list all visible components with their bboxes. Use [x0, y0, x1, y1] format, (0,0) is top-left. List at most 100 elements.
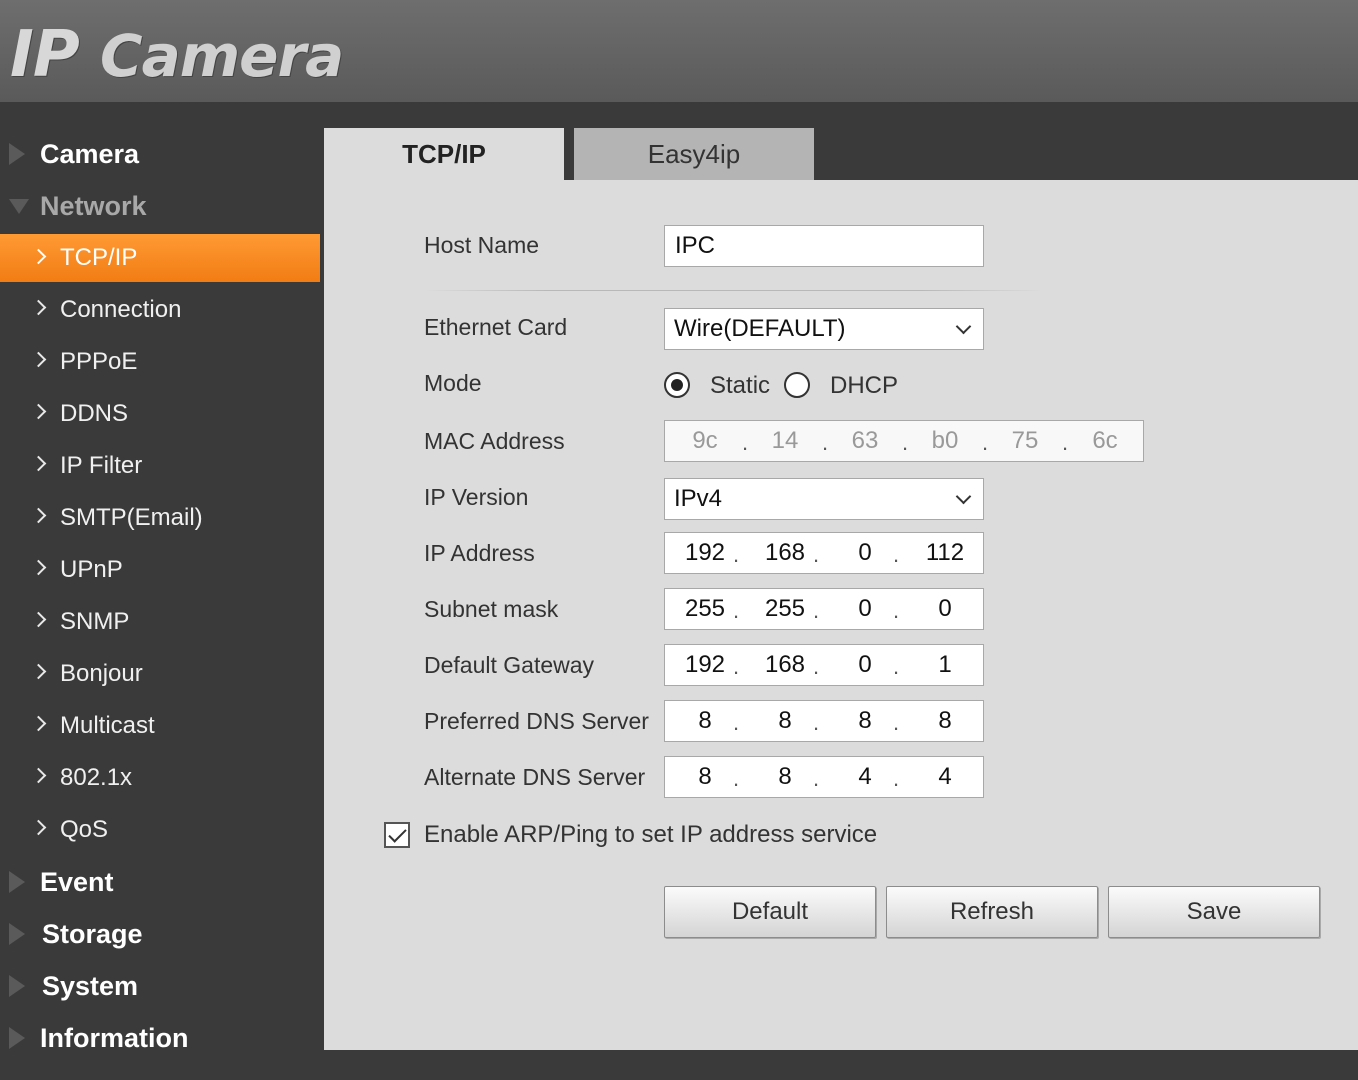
mode-dhcp-radio[interactable]	[784, 372, 810, 398]
sidebar-item-label: PPPoE	[60, 348, 138, 375]
sidebar-section-label: Event	[40, 866, 114, 897]
chevron-right-icon	[30, 663, 47, 680]
ip-octet-input[interactable]: 112	[915, 533, 975, 573]
sidebar-item-ip-filter[interactable]: IP Filter	[0, 440, 320, 492]
chevron-right-icon	[30, 403, 47, 420]
chevron-down-icon	[955, 488, 972, 505]
ip-octet-input[interactable]: 8	[675, 757, 735, 797]
sidebar-section-information[interactable]: Information	[0, 1012, 320, 1064]
sidebar-section-event[interactable]: Event	[0, 856, 320, 908]
sidebar-section-camera[interactable]: Camera	[0, 128, 320, 180]
mode-static-label: Static	[710, 372, 771, 399]
default-gateway-input[interactable]: 192 . 168 . 0 . 1	[664, 644, 984, 686]
ethernet-card-select[interactable]: Wire(DEFAULT)	[664, 308, 984, 350]
sidebar-section-network[interactable]: Network	[0, 180, 320, 232]
sidebar-item-8021x[interactable]: 802.1x	[0, 752, 320, 804]
ip-octet-input[interactable]: 168	[755, 645, 815, 685]
chevron-right-icon	[30, 819, 47, 836]
octet-separator: .	[812, 766, 820, 791]
octet-separator: .	[732, 710, 740, 735]
mode-static-radio[interactable]	[664, 372, 690, 398]
sidebar-section-label: Camera	[40, 138, 140, 169]
sidebar-item-connection[interactable]: Connection	[0, 284, 320, 336]
sidebar-item-qos[interactable]: QoS	[0, 804, 320, 856]
sidebar-section-label: Storage	[42, 918, 143, 949]
ip-octet-input[interactable]: 0	[835, 589, 895, 629]
ip-octet-input[interactable]: 8	[915, 701, 975, 741]
sidebar-item-label: DDNS	[60, 400, 129, 427]
expand-triangle-icon	[9, 975, 25, 997]
mac-octet: 75	[1011, 427, 1039, 454]
ethernet-card-label: Ethernet Card	[424, 314, 568, 340]
sidebar-item-label: 802.1x	[60, 764, 133, 791]
arp-ping-checkbox[interactable]	[384, 822, 410, 848]
default-button[interactable]: Default	[664, 886, 876, 938]
sidebar-item-label: QoS	[60, 816, 109, 843]
preferred-dns-input[interactable]: 8 . 8 . 8 . 8	[664, 700, 984, 742]
ip-octet-input[interactable]: 0	[915, 589, 975, 629]
mac-octet: 6c	[1092, 427, 1118, 454]
ip-octet-input[interactable]: 255	[675, 589, 735, 629]
ip-address-input[interactable]: 192 . 168 . 0 . 112	[664, 532, 984, 574]
mode-dhcp-label: DHCP	[830, 372, 899, 399]
sidebar-item-label: SNMP	[60, 608, 130, 635]
sidebar: Camera Network TCP/IP Connection PPPoE D…	[0, 128, 320, 1064]
octet-separator: .	[812, 542, 820, 567]
ip-octet-input[interactable]: 8	[755, 701, 815, 741]
octet-separator: .	[981, 430, 989, 455]
ip-octet-input[interactable]: 8	[835, 701, 895, 741]
sidebar-item-label: Bonjour	[60, 660, 143, 687]
sidebar-item-label: IP Filter	[60, 452, 143, 479]
app-logo: IP Camera	[10, 18, 344, 92]
collapse-triangle-icon	[9, 199, 29, 214]
octet-separator: .	[892, 542, 900, 567]
sidebar-item-upnp[interactable]: UPnP	[0, 544, 320, 596]
ip-octet-input[interactable]: 1	[915, 645, 975, 685]
chevron-right-icon	[30, 767, 47, 784]
ip-octet-input[interactable]: 168	[755, 533, 815, 573]
sidebar-item-multicast[interactable]: Multicast	[0, 700, 320, 752]
sidebar-item-smtp[interactable]: SMTP(Email)	[0, 492, 320, 544]
ip-octet-input[interactable]: 4	[835, 757, 895, 797]
divider	[424, 290, 1044, 291]
tab-tcpip[interactable]: TCP/IP	[324, 128, 564, 180]
chevron-right-icon	[30, 611, 47, 628]
sidebar-item-label: Connection	[60, 296, 182, 323]
ip-octet-input[interactable]: 0	[835, 645, 895, 685]
ip-octet-input[interactable]: 8	[755, 757, 815, 797]
expand-triangle-icon	[9, 1027, 25, 1049]
alternate-dns-label: Alternate DNS Server	[424, 764, 646, 790]
ip-octet-input[interactable]: 255	[755, 589, 815, 629]
host-name-label: Host Name	[424, 232, 540, 258]
ip-octet-input[interactable]: 0	[835, 533, 895, 573]
expand-triangle-icon	[9, 871, 25, 893]
mac-octet: b0	[931, 427, 959, 454]
sidebar-section-system[interactable]: System	[0, 960, 320, 1012]
ip-octet-input[interactable]: 4	[915, 757, 975, 797]
refresh-button[interactable]: Refresh	[886, 886, 1098, 938]
octet-separator: .	[812, 598, 820, 623]
chevron-right-icon	[30, 715, 47, 732]
ip-octet-input[interactable]: 8	[675, 701, 735, 741]
default-gateway-label: Default Gateway	[424, 652, 595, 678]
tab-easy4ip[interactable]: Easy4ip	[574, 128, 814, 180]
expand-triangle-icon	[9, 143, 25, 165]
sidebar-item-label: UPnP	[60, 556, 123, 583]
ip-octet-input[interactable]: 192	[675, 533, 735, 573]
mac-octet: 14	[771, 427, 799, 454]
mac-address-field: 9c . 14 . 63 . b0 . 75 . 6c	[664, 420, 1144, 462]
sidebar-item-ddns[interactable]: DDNS	[0, 388, 320, 440]
subnet-mask-input[interactable]: 255 . 255 . 0 . 0	[664, 588, 984, 630]
save-button[interactable]: Save	[1108, 886, 1320, 938]
sidebar-item-tcpip[interactable]: TCP/IP	[0, 234, 320, 282]
alternate-dns-input[interactable]: 8 . 8 . 4 . 4	[664, 756, 984, 798]
ip-octet-input[interactable]: 192	[675, 645, 735, 685]
sidebar-item-snmp[interactable]: SNMP	[0, 596, 320, 648]
host-name-input[interactable]: IPC	[664, 225, 984, 267]
sidebar-item-bonjour[interactable]: Bonjour	[0, 648, 320, 700]
sidebar-section-storage[interactable]: Storage	[0, 908, 320, 960]
subnet-mask-label: Subnet mask	[424, 596, 559, 622]
octet-separator: .	[732, 542, 740, 567]
ip-version-select[interactable]: IPv4	[664, 478, 984, 520]
sidebar-item-pppoe[interactable]: PPPoE	[0, 336, 320, 388]
